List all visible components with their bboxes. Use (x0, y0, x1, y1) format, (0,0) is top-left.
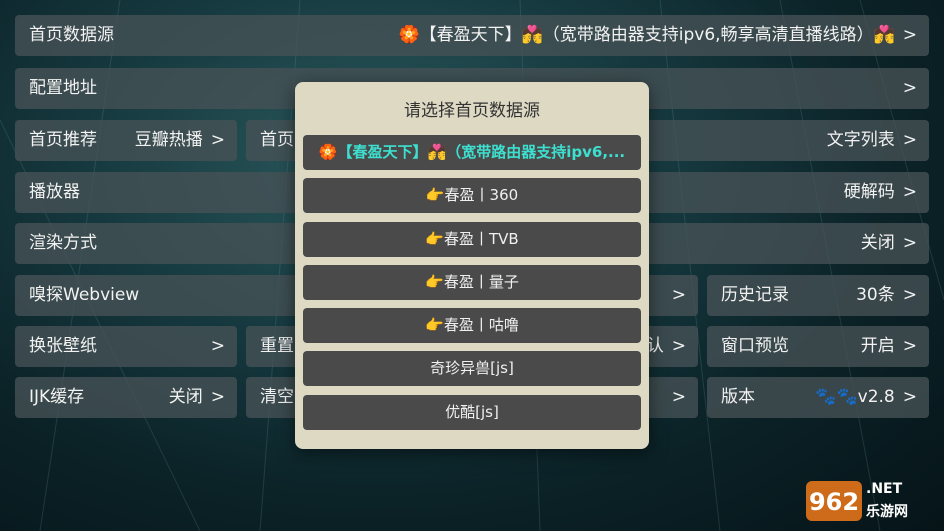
player-value: 硬解码 (843, 182, 895, 202)
watermark-bottom-text: 乐游网 (866, 504, 908, 520)
home-recommend-row[interactable]: 首页推荐 豆瓣热播 > (15, 120, 237, 161)
player-label: 播放器 (29, 182, 80, 202)
clear-label: 清空 (260, 387, 294, 407)
ijk-cache-row[interactable]: IJK缓存 关闭 > (15, 377, 237, 418)
chevron-right-icon: > (671, 387, 686, 407)
home-source-row[interactable]: 首页数据源 🏵️【春盈天下】💏（宽带路由器支持ipv6,畅享高清直播线路）💏 > (15, 15, 929, 56)
home-style-label: 首页 (260, 130, 294, 150)
ijk-cache-value: 关闭 (168, 387, 203, 407)
watermark-top-text: .NET (866, 481, 903, 497)
home-source-value: 🏵️【春盈天下】💏（宽带路由器支持ipv6,畅享高清直播线路）💏 (398, 25, 895, 45)
window-preview-row[interactable]: 窗口预览 开启 > (707, 326, 929, 367)
chevron-right-icon: > (902, 285, 917, 305)
reset-label: 重置 (260, 336, 294, 356)
ijk-cache-label: IJK缓存 (29, 387, 85, 407)
source-option-qizhen-yishou[interactable]: 奇珍异兽[js] (303, 351, 641, 386)
source-option-chunying-tvb[interactable]: 👉春盈丨TVB (303, 222, 641, 257)
chevron-right-icon: > (902, 78, 917, 98)
window-preview-value: 开启 (860, 336, 895, 356)
home-source-dialog: 请选择首页数据源 🏵️【春盈天下】💏（宽带路由器支持ipv6,... 👉春盈丨3… (295, 82, 649, 449)
chevron-right-icon: > (210, 130, 225, 150)
chevron-right-icon: > (210, 387, 225, 407)
history-row[interactable]: 历史记录 30条 > (707, 275, 929, 316)
history-value: 30条 (856, 285, 895, 305)
window-preview-label: 窗口预览 (721, 336, 789, 356)
dialog-title: 请选择首页数据源 (404, 101, 540, 121)
chevron-right-icon: > (902, 387, 917, 407)
reset-value: 认 (646, 336, 664, 356)
chevron-right-icon: > (902, 233, 917, 253)
home-recommend-label: 首页推荐 (29, 130, 97, 150)
version-value: 🐾🐾v2.8 (815, 387, 895, 407)
sniff-webview-label: 嗅探Webview (29, 285, 140, 305)
site-watermark-logo: 962 .NET 乐游网 (806, 479, 938, 523)
home-recommend-value: 豆瓣热播 (134, 130, 203, 150)
chevron-right-icon: > (902, 25, 917, 45)
home-source-label: 首页数据源 (29, 25, 114, 45)
change-wallpaper-label: 换张壁纸 (29, 336, 97, 356)
home-style-value: 文字列表 (826, 130, 895, 150)
source-option-chunying-360[interactable]: 👉春盈丨360 (303, 178, 641, 213)
watermark-number: 962 (809, 488, 859, 516)
history-label: 历史记录 (721, 285, 789, 305)
change-wallpaper-row[interactable]: 换张壁纸 > (15, 326, 237, 367)
chevron-right-icon: > (902, 336, 917, 356)
source-option-youku[interactable]: 优酷[js] (303, 395, 641, 430)
version-row[interactable]: 版本 🐾🐾v2.8 > (707, 377, 929, 418)
render-mode-label: 渲染方式 (29, 233, 97, 253)
chevron-right-icon: > (902, 182, 917, 202)
chevron-right-icon: > (671, 336, 686, 356)
source-option-chunying-tianxia[interactable]: 🏵️【春盈天下】💏（宽带路由器支持ipv6,... (303, 135, 641, 170)
source-option-chunying-gulu[interactable]: 👉春盈丨咕噜 (303, 308, 641, 343)
render-mode-value: 关闭 (860, 233, 895, 253)
version-label: 版本 (721, 387, 755, 407)
chevron-right-icon: > (210, 336, 225, 356)
chevron-right-icon: > (671, 285, 686, 305)
config-address-label: 配置地址 (29, 78, 97, 98)
source-option-chunying-liangzi[interactable]: 👉春盈丨量子 (303, 265, 641, 300)
chevron-right-icon: > (902, 130, 917, 150)
